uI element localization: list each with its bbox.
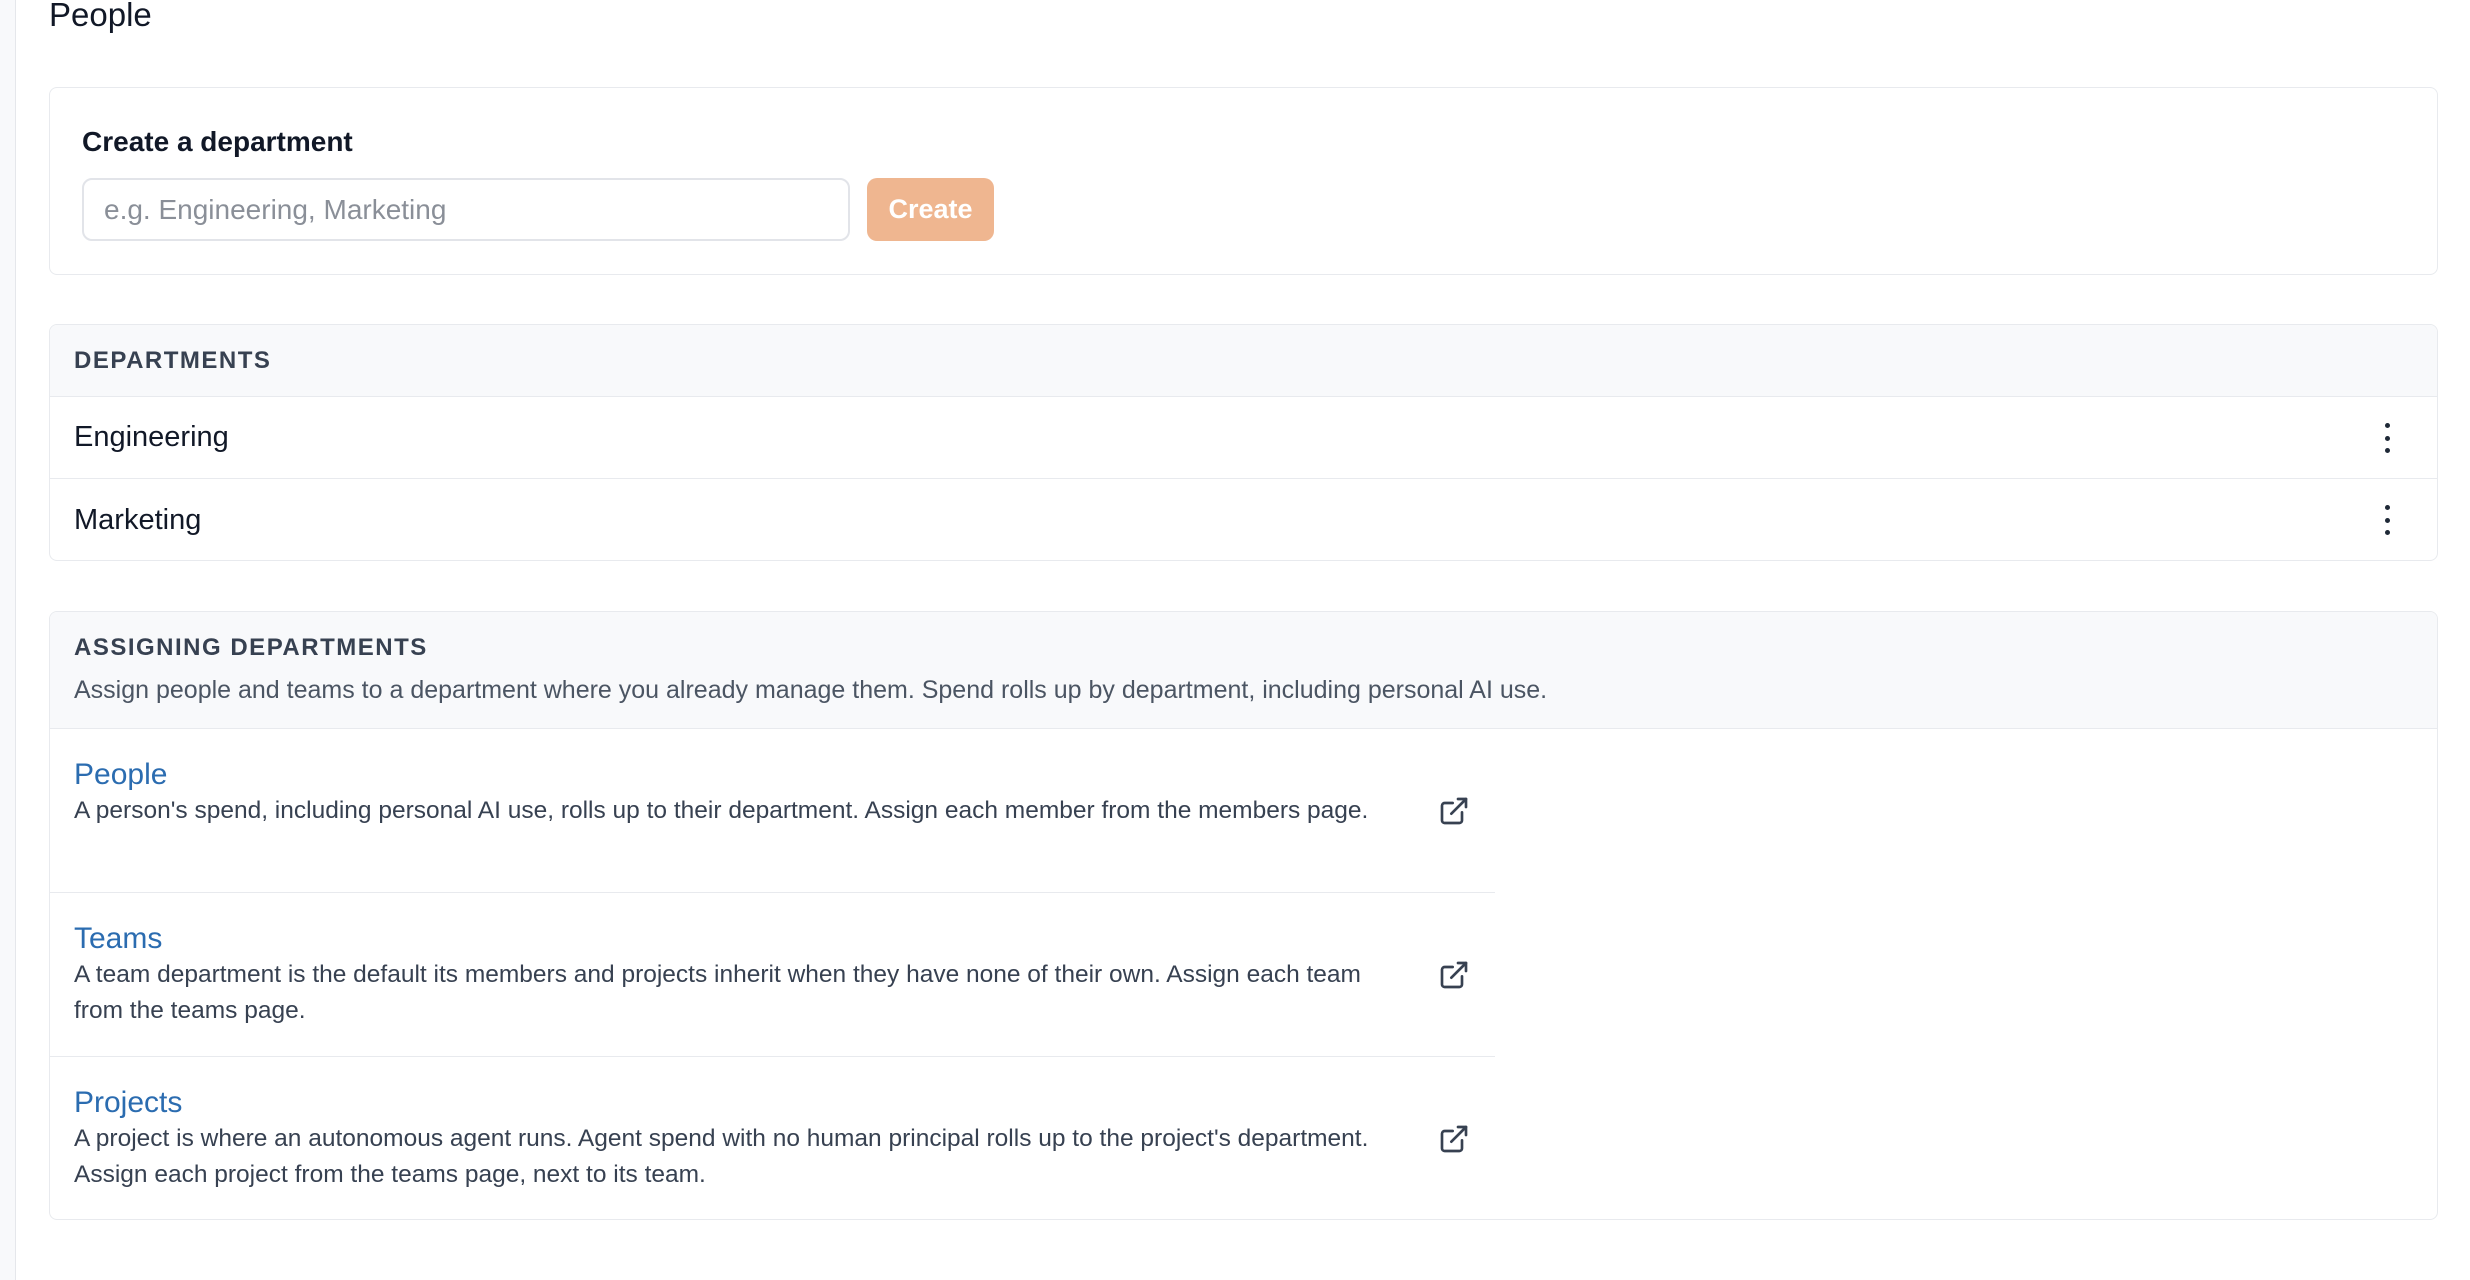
assign-item-teams: Teams A team department is the default i… bbox=[50, 893, 1495, 1057]
assign-item-projects: Projects A project is where an autonomou… bbox=[50, 1057, 1495, 1219]
departments-heading: DEPARTMENTS bbox=[74, 347, 272, 374]
assign-item-text: A person's spend, including personal AI … bbox=[74, 797, 1369, 824]
people-link[interactable]: People bbox=[74, 757, 1471, 793]
external-link-icon[interactable] bbox=[1438, 959, 1470, 991]
create-department-card: Create a department Create bbox=[49, 87, 2438, 275]
department-name: Marketing bbox=[74, 503, 202, 536]
page-title: People bbox=[49, 0, 152, 33]
department-name: Engineering bbox=[74, 421, 229, 453]
departments-card: DEPARTMENTS Engineering Marketing bbox=[49, 324, 2438, 561]
departments-header: DEPARTMENTS bbox=[50, 325, 2437, 397]
assigning-departments-card: ASSIGNING DEPARTMENTS Assign people and … bbox=[49, 611, 2438, 1220]
assign-item-text: A project is where an autonomous agent r… bbox=[74, 1125, 1369, 1188]
external-link-icon[interactable] bbox=[1438, 1123, 1470, 1155]
projects-link[interactable]: Projects bbox=[74, 1085, 1471, 1121]
department-name-input[interactable] bbox=[82, 178, 850, 241]
assigning-list: People A person's spend, including perso… bbox=[50, 729, 1495, 1219]
more-vertical-icon[interactable] bbox=[2383, 423, 2391, 453]
assign-item-text: A team department is the default its mem… bbox=[74, 961, 1361, 1024]
create-button[interactable]: Create bbox=[867, 178, 994, 241]
left-rail bbox=[0, 0, 16, 1280]
assigning-description: Assign people and teams to a department … bbox=[74, 676, 1548, 704]
assign-item-people: People A person's spend, including perso… bbox=[50, 729, 1495, 893]
department-row-engineering: Engineering bbox=[50, 397, 2437, 479]
create-department-title: Create a department bbox=[82, 126, 353, 157]
external-link-icon[interactable] bbox=[1438, 795, 1470, 827]
more-vertical-icon[interactable] bbox=[2383, 505, 2391, 535]
teams-link[interactable]: Teams bbox=[74, 921, 1471, 957]
assigning-heading: ASSIGNING DEPARTMENTS bbox=[74, 634, 428, 661]
assigning-header: ASSIGNING DEPARTMENTS Assign people and … bbox=[50, 612, 2437, 729]
department-row-marketing: Marketing bbox=[50, 479, 2437, 560]
